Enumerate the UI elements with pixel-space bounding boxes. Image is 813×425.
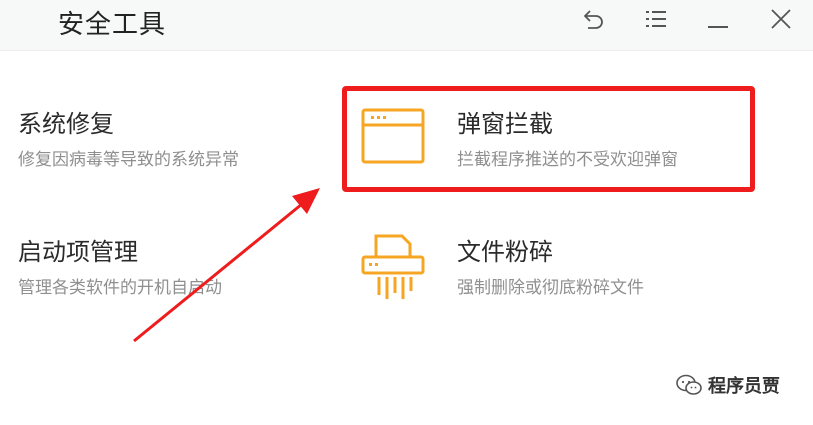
watermark-text: 程序员贾 [708, 376, 780, 397]
watermark: 程序员贾 [676, 372, 780, 398]
tool-file-shredder[interactable]: 文件粉碎 强制删除或彻底粉碎文件 [360, 228, 740, 304]
shredder-icon [361, 234, 425, 299]
tool-system-repair[interactable]: 系统修复 修复因病毒等导致的系统异常 [18, 100, 318, 172]
minimize-icon [708, 26, 728, 28]
tool-startup-manager[interactable]: 启动项管理 管理各类软件的开机自启动 [18, 228, 318, 300]
close-icon [771, 9, 791, 29]
tool-description: 强制删除或彻底粉碎文件 [457, 278, 644, 298]
list-menu-icon [646, 11, 666, 27]
tool-description: 修复因病毒等导致的系统异常 [18, 150, 239, 170]
highlight-box-annotation [342, 86, 755, 192]
tool-description: 管理各类软件的开机自启动 [18, 278, 222, 298]
tool-name: 启动项管理 [18, 238, 138, 266]
title-bar: 安全工具 [0, 0, 813, 51]
back-button[interactable] [576, 2, 612, 36]
tool-name: 系统修复 [18, 110, 114, 138]
tool-name: 文件粉碎 [457, 238, 553, 266]
menu-button[interactable] [638, 2, 674, 36]
security-tools-window: 安全工具 系统修复 修复因病毒等导致的系统异常 弹窗拦截 拦截程序推送的不受欢迎… [0, 0, 813, 425]
window-title: 安全工具 [58, 10, 167, 40]
red-arrow-annotation [133, 188, 320, 343]
wechat-icon [676, 374, 702, 395]
undo-arrow-icon [583, 10, 603, 29]
close-button[interactable] [763, 2, 799, 36]
minimize-button[interactable] [700, 2, 736, 36]
